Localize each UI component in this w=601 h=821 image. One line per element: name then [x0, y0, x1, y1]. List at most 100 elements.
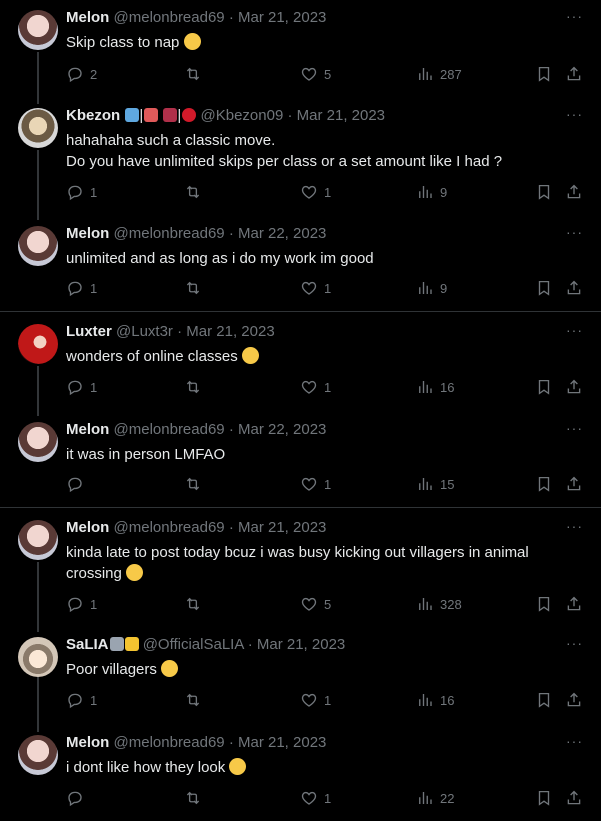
reply-button[interactable]: 1: [66, 595, 97, 613]
avatar[interactable]: [18, 108, 58, 148]
more-options-icon[interactable]: ···: [566, 8, 583, 24]
retweet-button[interactable]: [184, 475, 202, 493]
views-button[interactable]: 16: [416, 691, 454, 709]
relieved-face-emoji-icon: [161, 660, 179, 677]
like-button[interactable]: 1: [300, 378, 331, 396]
views-button[interactable]: 16: [416, 378, 454, 396]
more-options-icon[interactable]: ···: [566, 106, 583, 122]
author-handle[interactable]: @OfficialSaLIA: [143, 636, 244, 653]
avatar[interactable]: [18, 10, 58, 50]
bookmark-button[interactable]: [535, 789, 553, 807]
retweet-button[interactable]: [184, 595, 202, 613]
author-handle[interactable]: @melonbread69: [114, 225, 225, 242]
author-name[interactable]: SaLIA: [66, 636, 109, 653]
author-handle[interactable]: @melonbread69: [114, 421, 225, 438]
author-name[interactable]: Melon: [66, 9, 109, 26]
views-button[interactable]: 15: [416, 475, 454, 493]
author-name[interactable]: Kbezon: [66, 107, 120, 124]
author-handle[interactable]: @melonbread69: [114, 734, 225, 751]
share-button[interactable]: [565, 789, 583, 807]
avatar[interactable]: [18, 324, 58, 364]
more-options-icon[interactable]: ···: [566, 224, 583, 240]
like-button[interactable]: 1: [300, 279, 331, 297]
reply-button[interactable]: 1: [66, 279, 97, 297]
share-button[interactable]: [565, 691, 583, 709]
tweet-actions: 1 1 9: [66, 183, 586, 203]
reply-button[interactable]: [66, 475, 90, 493]
retweet-icon: [184, 279, 202, 297]
author-name[interactable]: Melon: [66, 225, 109, 242]
tweet-header: Luxter @Luxt3r · Mar 21, 2023: [66, 323, 275, 340]
tweet-date[interactable]: Mar 21, 2023: [186, 323, 274, 340]
author-name[interactable]: Melon: [66, 519, 109, 536]
separator: ·: [228, 519, 234, 536]
tweet-date[interactable]: Mar 21, 2023: [238, 9, 326, 26]
retweet-button[interactable]: [184, 378, 202, 396]
tweet-date[interactable]: Mar 21, 2023: [257, 636, 345, 653]
retweet-button[interactable]: [184, 279, 202, 297]
reply-button[interactable]: 1: [66, 183, 97, 201]
reply-button[interactable]: [66, 789, 90, 807]
avatar[interactable]: [18, 520, 58, 560]
reply-button[interactable]: 1: [66, 378, 97, 396]
bookmark-button[interactable]: [535, 65, 553, 83]
tweet-text-line: it was in person LMFAO: [66, 446, 226, 463]
retweet-button[interactable]: [184, 691, 202, 709]
separator: ·: [228, 225, 234, 242]
share-button[interactable]: [565, 183, 583, 201]
more-options-icon[interactable]: ···: [566, 420, 583, 436]
share-button[interactable]: [565, 65, 583, 83]
author-handle[interactable]: @Luxt3r: [116, 323, 173, 340]
bookmark-button[interactable]: [535, 378, 553, 396]
tweet-date[interactable]: Mar 21, 2023: [238, 519, 326, 536]
separator: ·: [228, 421, 234, 438]
retweet-button[interactable]: [184, 65, 202, 83]
avatar[interactable]: [18, 637, 58, 677]
share-button[interactable]: [565, 595, 583, 613]
views-button[interactable]: 9: [416, 183, 447, 201]
author-name[interactable]: Melon: [66, 734, 109, 751]
separator: ·: [287, 107, 293, 124]
tweet-date[interactable]: Mar 22, 2023: [238, 225, 326, 242]
tweet-date[interactable]: Mar 21, 2023: [238, 734, 326, 751]
like-button[interactable]: 1: [300, 789, 331, 807]
like-button[interactable]: 5: [300, 595, 331, 613]
retweet-icon: [184, 789, 202, 807]
views-button[interactable]: 328: [416, 595, 462, 613]
author-name[interactable]: Luxter: [66, 323, 112, 340]
reply-button[interactable]: 1: [66, 691, 97, 709]
retweet-button[interactable]: [184, 789, 202, 807]
bookmark-button[interactable]: [535, 691, 553, 709]
author-handle[interactable]: @melonbread69: [114, 9, 225, 26]
bookmark-button[interactable]: [535, 279, 553, 297]
share-button[interactable]: [565, 378, 583, 396]
like-count: 1: [324, 692, 332, 708]
views-button[interactable]: 22: [416, 789, 454, 807]
avatar[interactable]: [18, 735, 58, 775]
bookmark-button[interactable]: [535, 595, 553, 613]
like-button[interactable]: 1: [300, 183, 331, 201]
share-button[interactable]: [565, 279, 583, 297]
author-handle[interactable]: @melonbread69: [114, 519, 225, 536]
like-button[interactable]: 5: [300, 65, 331, 83]
like-button[interactable]: 1: [300, 475, 331, 493]
like-button[interactable]: 1: [300, 691, 331, 709]
share-button[interactable]: [565, 475, 583, 493]
views-button[interactable]: 9: [416, 279, 447, 297]
views-button[interactable]: 287: [416, 65, 462, 83]
more-options-icon[interactable]: ···: [566, 322, 583, 338]
retweet-button[interactable]: [184, 183, 202, 201]
reply-icon: [66, 691, 84, 709]
bookmark-button[interactable]: [535, 475, 553, 493]
tweet-date[interactable]: Mar 21, 2023: [297, 107, 385, 124]
avatar[interactable]: [18, 226, 58, 266]
author-handle[interactable]: @Kbezon09: [201, 107, 284, 124]
author-name[interactable]: Melon: [66, 421, 109, 438]
more-options-icon[interactable]: ···: [566, 733, 583, 749]
more-options-icon[interactable]: ···: [566, 518, 583, 534]
reply-button[interactable]: 2: [66, 65, 97, 83]
bookmark-button[interactable]: [535, 183, 553, 201]
tweet-date[interactable]: Mar 22, 2023: [238, 421, 326, 438]
more-options-icon[interactable]: ···: [566, 635, 583, 651]
avatar[interactable]: [18, 422, 58, 462]
